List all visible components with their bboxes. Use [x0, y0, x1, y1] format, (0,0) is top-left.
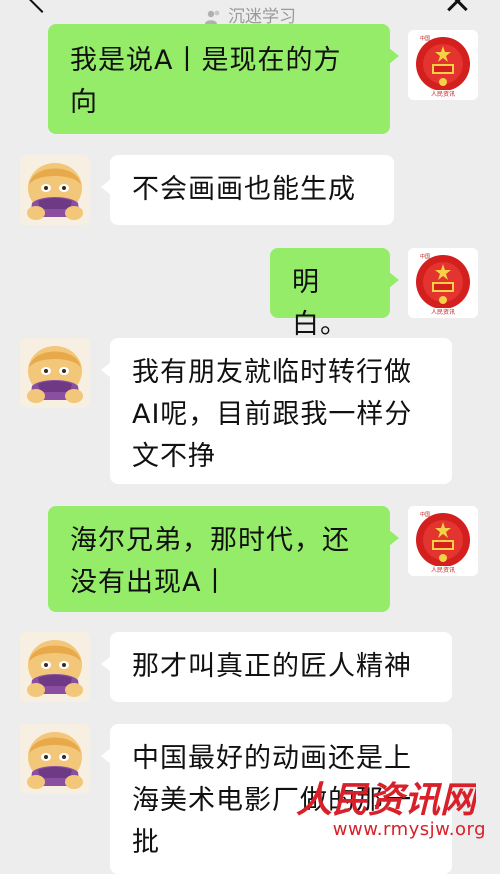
- national-emblem-avatar[interactable]: [408, 506, 478, 576]
- message-bubble-sent[interactable]: 海尔兄弟，那时代，还没有出现A丨: [48, 506, 399, 612]
- cartoon-avatar[interactable]: [20, 724, 90, 794]
- cartoon-avatar[interactable]: [20, 338, 90, 408]
- svg-text:人民资讯网: 人民资讯网: [296, 779, 476, 820]
- message-bubble-sent[interactable]: 明白。: [270, 248, 399, 340]
- message-text: 明白。: [292, 267, 348, 340]
- message-bubble-sent[interactable]: 我是说A丨是现在的方向: [48, 24, 399, 134]
- message-text: 那才叫真正的匠人精神: [132, 651, 412, 682]
- cartoon-avatar[interactable]: [20, 155, 90, 225]
- close-icon[interactable]: [444, 0, 470, 14]
- message-text: 我是说A丨是现在的方向: [70, 45, 342, 118]
- watermark-url: www.rmysjw.org: [332, 819, 486, 840]
- cartoon-avatar[interactable]: [20, 632, 90, 702]
- message-text: 我有朋友就临时转行做AI呢，目前跟我一样分文不挣: [132, 357, 413, 472]
- message-bubble-received[interactable]: 那才叫真正的匠人精神: [101, 632, 452, 702]
- national-emblem-avatar[interactable]: [408, 30, 478, 100]
- message-text: 海尔兄弟，那时代，还没有出现A丨: [70, 525, 350, 598]
- message-bubble-received[interactable]: 不会画画也能生成: [101, 155, 394, 225]
- watermark-logo: 人民资讯网: [296, 779, 476, 820]
- watermark: 人民资讯网 www.rmysjw.org: [296, 772, 486, 840]
- message-text: 不会画画也能生成: [132, 174, 356, 205]
- message-bubble-received[interactable]: 我有朋友就临时转行做AI呢，目前跟我一样分文不挣: [101, 338, 452, 484]
- user-group-icon: [205, 10, 220, 24]
- national-emblem-avatar[interactable]: [408, 248, 478, 318]
